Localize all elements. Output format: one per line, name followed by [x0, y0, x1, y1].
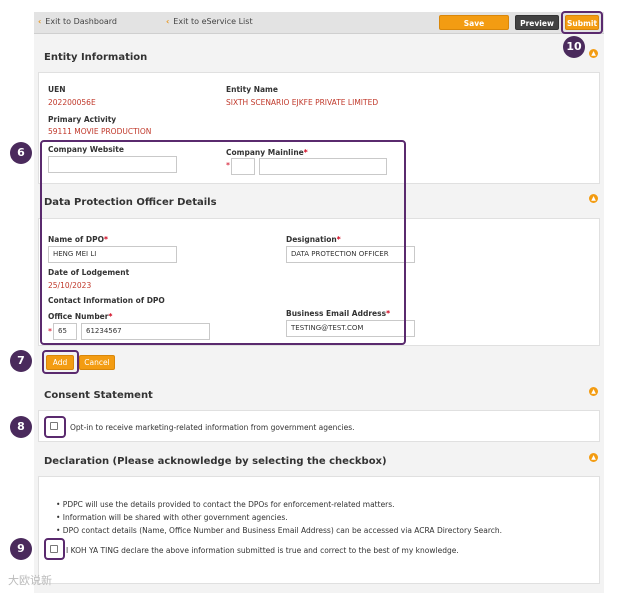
chevron-up-icon[interactable]: ▲: [589, 49, 598, 58]
uen-value: 202200056E: [48, 98, 96, 107]
save-transaction-button[interactable]: Save Transaction: [439, 15, 509, 43]
declaration-bullet: • PDPC will use the details provided to …: [56, 500, 395, 509]
declaration-highlight: [44, 538, 65, 560]
primary-activity-label: Primary Activity: [48, 115, 117, 124]
declaration-title: Declaration (Please acknowledge by selec…: [44, 456, 387, 467]
consent-title: Consent Statement: [44, 390, 153, 401]
submit-highlight: [561, 11, 603, 34]
preview-button[interactable]: Preview: [515, 15, 559, 30]
step-marker-6: 6: [10, 142, 32, 164]
declaration-bullet: • Information will be shared with other …: [56, 513, 288, 522]
exit-dashboard-link[interactable]: ‹ Exit to Dashboard: [38, 17, 117, 26]
add-highlight: [42, 350, 79, 374]
chevron-left-icon: ‹: [38, 17, 42, 26]
step-marker-7: 7: [10, 350, 32, 372]
chevron-up-icon[interactable]: ▲: [589, 453, 598, 462]
exit-eservice-label: Exit to eService List: [173, 17, 253, 26]
consent-text: Opt-in to receive marketing-related info…: [70, 423, 355, 432]
chevron-left-icon: ‹: [166, 17, 170, 26]
step-marker-10: 10: [563, 36, 585, 58]
watermark-text: 大欧说新: [8, 574, 52, 587]
uen-label: UEN: [48, 85, 66, 94]
entity-name-value: SIXTH SCENARIO EJKFE PRIVATE LIMITED: [226, 98, 379, 107]
entity-info-title: Entity Information: [44, 52, 148, 63]
declaration-bullet: • DPO contact details (Name, Office Numb…: [56, 526, 503, 535]
chevron-up-icon[interactable]: ▲: [589, 194, 598, 203]
exit-eservice-link[interactable]: ‹ Exit to eService List: [166, 17, 253, 26]
consent-highlight: [44, 416, 66, 438]
step-marker-9: 9: [10, 538, 32, 560]
exit-dashboard-label: Exit to Dashboard: [45, 17, 117, 26]
primary-activity-value: 59111 MOVIE PRODUCTION: [48, 127, 152, 136]
step-marker-8: 8: [10, 416, 32, 438]
cancel-button[interactable]: Cancel: [79, 355, 115, 370]
entity-name-label: Entity Name: [226, 85, 278, 94]
chevron-up-icon[interactable]: ▲: [589, 387, 598, 396]
declaration-ack-text: I KOH YA TING declare the above informat…: [66, 546, 459, 555]
highlight-box-6: [40, 140, 406, 345]
